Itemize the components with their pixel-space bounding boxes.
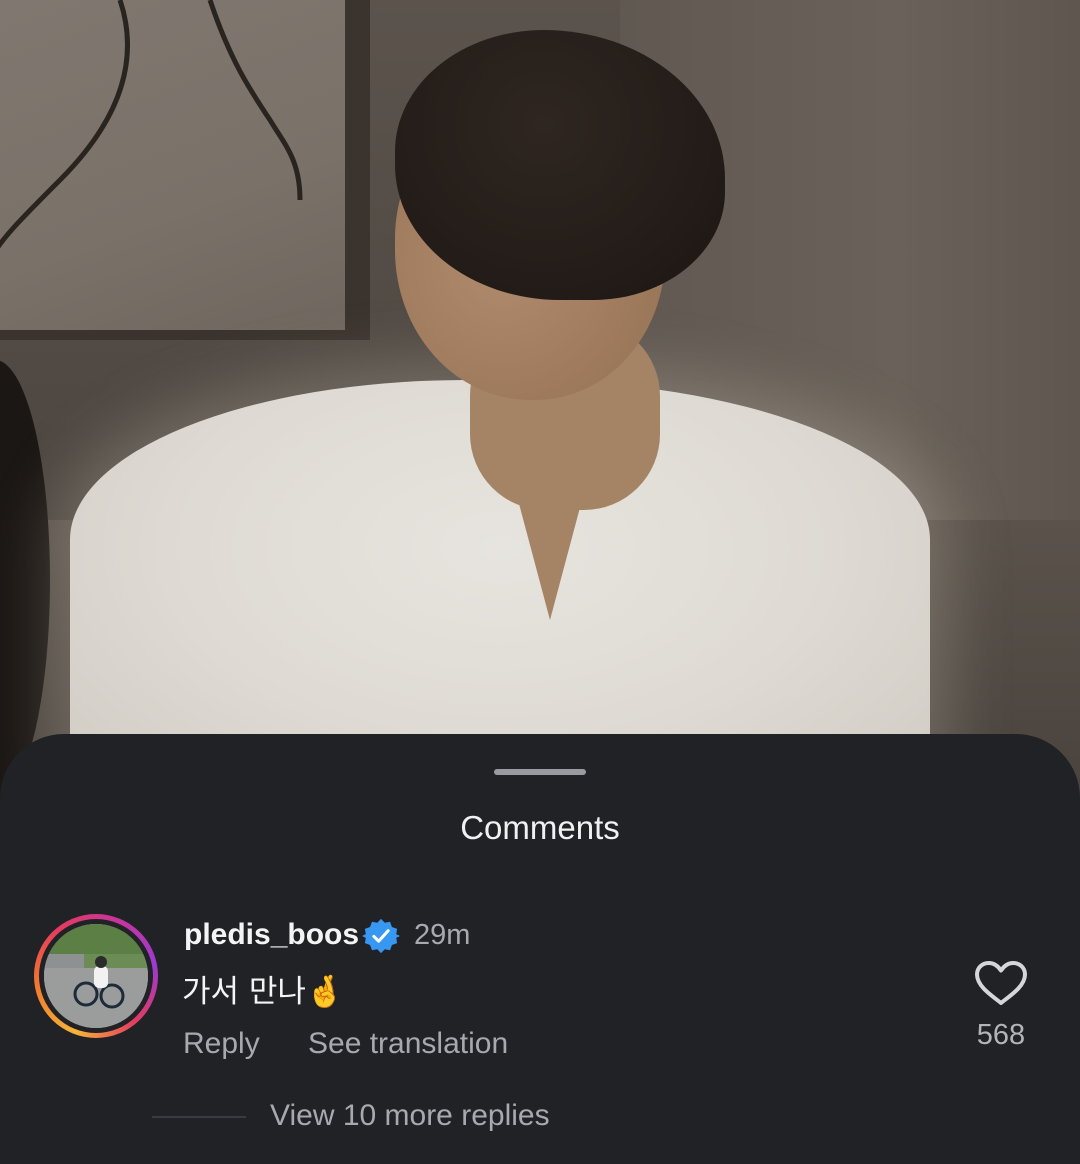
sheet-title: Comments bbox=[460, 809, 620, 846]
sheet-drag-handle[interactable] bbox=[494, 769, 586, 775]
comment-username[interactable]: pledis_boos bbox=[184, 916, 359, 954]
see-translation-button[interactable]: See translation bbox=[308, 1024, 508, 1064]
comment-text: 가서 만나🤞 bbox=[182, 974, 345, 1010]
avatar-image bbox=[44, 924, 148, 1028]
comments-sheet: Comments pledis_boos 29m 가서 만나🤞 Reply Se… bbox=[0, 734, 1080, 1164]
screen: Comments pledis_boos 29m 가서 만나🤞 Reply Se… bbox=[0, 0, 1080, 1164]
replies-divider bbox=[152, 1116, 246, 1118]
avatar[interactable] bbox=[34, 914, 158, 1038]
like-count: 568 bbox=[976, 1019, 1026, 1051]
artwork-lines bbox=[0, 0, 303, 249]
verified-badge-icon bbox=[362, 918, 400, 954]
comment-timestamp: 29m bbox=[414, 919, 471, 951]
heart-outline-icon[interactable] bbox=[974, 960, 1028, 1006]
post-photo[interactable] bbox=[0, 0, 1080, 800]
cardigan-neckline bbox=[510, 470, 590, 620]
view-more-replies-button[interactable]: View 10 more replies bbox=[270, 1096, 550, 1136]
reply-button[interactable]: Reply bbox=[183, 1024, 260, 1064]
